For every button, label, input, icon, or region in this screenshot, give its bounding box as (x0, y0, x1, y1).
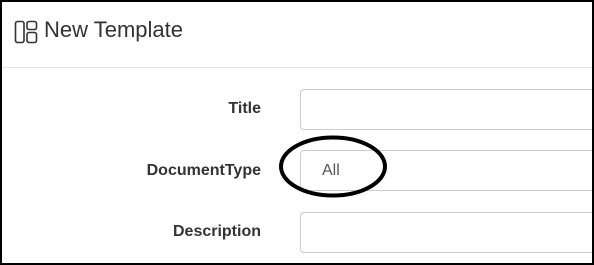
template-layout-icon (14, 20, 38, 44)
new-template-dialog: New Template Title DocumentType All Desc… (0, 0, 594, 265)
description-label: Description (172, 223, 261, 240)
dialog-title: New Template (44, 17, 183, 42)
dialog-header: New Template (2, 2, 592, 68)
title-input[interactable] (300, 89, 592, 130)
document-type-label: DocumentType (146, 162, 261, 179)
description-input[interactable] (300, 212, 592, 253)
title-label: Title (228, 100, 261, 117)
annotation-ellipse (279, 135, 387, 198)
